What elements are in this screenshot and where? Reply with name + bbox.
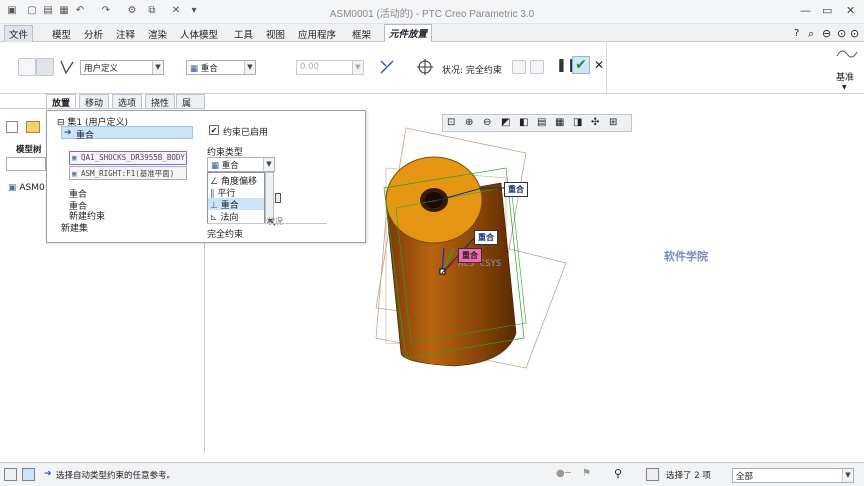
option-coincident[interactable]: ⊥ 重合 [208, 198, 264, 211]
tab-flexibility[interactable]: 挠性 [145, 94, 176, 109]
flip-button[interactable] [275, 193, 281, 203]
datum-dropdown-icon[interactable]: ▼ [842, 84, 847, 91]
chevron-down-icon: ▼ [842, 469, 853, 482]
datum-icon[interactable] [836, 46, 858, 62]
constraint-tag[interactable]: 重合 [504, 182, 528, 197]
menu-view[interactable]: 视图 [262, 26, 289, 42]
selection-icon[interactable] [646, 468, 659, 481]
tab-placement[interactable]: 放置 [46, 94, 77, 109]
menu-annotate[interactable]: 注释 [112, 26, 139, 42]
option-normal[interactable]: ⊾ 法向 [208, 210, 264, 223]
placement-panel: ⊟ 集1 (用户定义) ➔ 重合 ▣ QA1_SHOCKS_DR3955B_BO… [46, 110, 366, 243]
reference-2-field[interactable]: ▣ ASM_RIGHT:F1(基准平面) [69, 166, 187, 180]
constraint-type-select[interactable]: ▦ 重合 ▼ [186, 60, 256, 75]
menu-analysis[interactable]: 分析 [80, 26, 107, 42]
constraint-row-selected[interactable]: ➔ 重合 [61, 126, 193, 141]
model-tree-tab-icon[interactable] [6, 121, 18, 133]
assembly-window-icon[interactable] [530, 60, 544, 74]
tree-search-input[interactable] [6, 157, 46, 171]
menu-model[interactable]: 模型 [48, 26, 75, 42]
selection-filter-select[interactable]: 全部 ▼ [732, 468, 854, 483]
normal-icon: ⊾ [210, 213, 221, 223]
menu-file[interactable]: 文件 [4, 25, 34, 43]
chevron-down-icon: ▼ [263, 158, 274, 171]
menu-manikin[interactable]: 人体模型 [176, 26, 222, 42]
move-component-icon[interactable] [416, 58, 434, 76]
constraint-tag-selected[interactable]: 重合 [458, 248, 482, 263]
coincident-icon: ▦ [211, 161, 222, 171]
constraint-set-select[interactable]: 用户定义 ▼ [80, 60, 164, 75]
option-angle-offset[interactable]: ∠ 角度偏移 [208, 174, 264, 187]
message-arrow-icon: ➔ [44, 469, 52, 479]
enable-constraint-checkbox[interactable]: ✔ [209, 125, 219, 135]
maximize-button[interactable]: ▭ [822, 4, 832, 17]
arrow-right-icon: ➔ [64, 128, 72, 138]
dashboard-tabs: 放置 移动 选项 挠性 属性 [0, 94, 205, 122]
model-tree-label: 模型树 [16, 145, 42, 155]
tree-item-asm[interactable]: ▣ ASM0 [8, 183, 45, 193]
menu-framework[interactable]: 框架 [348, 26, 375, 42]
cancel-button[interactable]: ✕ [594, 58, 604, 72]
option-parallel[interactable]: ∥ 平行 [208, 186, 264, 199]
chevron-down-icon: ▼ [352, 61, 363, 74]
flip-constraint-icon[interactable] [378, 58, 396, 76]
help-icon[interactable]: ? [794, 28, 799, 39]
constraint-sketch-icon[interactable] [58, 58, 76, 76]
coincident-icon: ▦ [190, 64, 201, 74]
selection-count: 选择了 2 项 [666, 471, 711, 481]
minimize-button[interactable]: — [800, 4, 811, 17]
assembly-icon: ▣ [8, 183, 20, 193]
find-icon[interactable]: ⚲ [614, 467, 622, 480]
flag-icon[interactable]: ⚑ [582, 468, 591, 479]
constraint-type-dropdown[interactable]: ▦ 重合 ▼ [207, 157, 275, 172]
tab-move[interactable]: 移动 [79, 94, 110, 109]
regen-indicator-icon: ●─ [556, 468, 571, 479]
menu-bar: 文件 模型 分析 注释 渲染 人体模型 工具 视图 应用程序 框架 元件放置 ?… [0, 24, 864, 43]
status-label: 状况: 完全约束 [442, 66, 502, 76]
close-button[interactable]: ✕ [846, 4, 855, 17]
folder-tab-icon[interactable] [26, 121, 40, 133]
status-message: 选择自动类型约束的任意参考。 [56, 471, 176, 481]
title-bar: ▣ ▢ ▤ ▦ ↶ ↷ ⚙ ⧉ ✕ ▾ ASM0001 (活动的) - PTC … [0, 0, 864, 24]
navigator-toggle-icon[interactable] [4, 468, 17, 481]
watermark: 软件学院 [664, 250, 708, 263]
tab-options[interactable]: 选项 [112, 94, 143, 109]
reference-1-field[interactable]: ▣ QA1_SHOCKS_DR3955B_BODY: [69, 151, 187, 165]
ribbon-divider [606, 42, 607, 94]
browser-toggle-icon[interactable] [22, 468, 35, 481]
menu-tools[interactable]: 工具 [230, 26, 257, 42]
chevron-down-icon: ▼ [152, 61, 163, 74]
status-small-label: 状况 [267, 217, 283, 226]
search-icon[interactable]: ⌕ [808, 27, 814, 41]
chevron-down-icon: ▼ [244, 61, 255, 74]
menu-render[interactable]: 渲染 [144, 26, 171, 42]
enable-constraint-label: 约束已启用 [223, 128, 269, 138]
ribbon: 用户定义 ▼ ▦ 重合 ▼ 0.00 ▼ 状况: 完全约束 ❚❚ ✔ ✕ 基准 … [0, 42, 864, 94]
ok-button[interactable]: ✔ [572, 56, 590, 74]
datum-label[interactable]: 基准 [836, 70, 854, 83]
offset-value-input[interactable]: 0.00 ▼ [296, 60, 364, 75]
datum-plane-icon: ▣ [72, 169, 82, 178]
tab-properties[interactable]: 属性 [176, 94, 205, 122]
constraint-type-list: ∠ 角度偏移 ∥ 平行 ⊥ 重合 ⊾ 法向 [207, 172, 265, 224]
display-component-icon[interactable] [18, 58, 36, 76]
status-bar: ➔ 选择自动类型约束的任意参考。 ●─ ⚑ ⚲ 选择了 2 项 全部 ▼ [0, 462, 864, 486]
minimize-ribbon-icon[interactable]: ⊖ [822, 27, 831, 40]
full-constraint-label: 完全约束 [207, 230, 244, 240]
panel-divider [207, 223, 327, 224]
window-title: ASM0001 (活动的) - PTC Creo Parametric 3.0 [329, 9, 535, 20]
part-icon: ▣ [72, 153, 82, 162]
constraint-tag[interactable]: 重合 [474, 230, 498, 245]
separate-window-icon[interactable] [36, 58, 54, 76]
menu-applications[interactable]: 应用程序 [294, 26, 340, 42]
expand-icon[interactable]: ⊙ [850, 27, 859, 40]
new-set-link[interactable]: 新建集 [61, 221, 88, 234]
window-control-icon[interactable]: ⊙ [837, 27, 846, 40]
tab-component-placement[interactable]: 元件放置 [384, 24, 433, 42]
component-window-icon[interactable] [512, 60, 526, 74]
